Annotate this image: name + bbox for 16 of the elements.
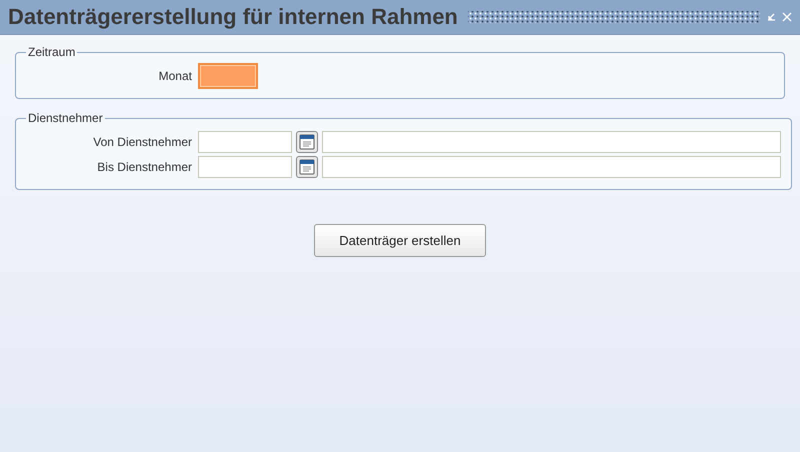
window-title: Datenträgererstellung für internen Rahmen	[8, 4, 458, 30]
group-title: Zeitraum	[27, 45, 76, 59]
input-field[interactable]	[322, 130, 781, 152]
input-field[interactable]	[198, 156, 292, 178]
month-field[interactable]	[198, 62, 258, 88]
input-field[interactable]	[322, 156, 781, 178]
calendar-icon[interactable]	[296, 156, 318, 178]
create-button[interactable]: Datenträger erstellen	[314, 224, 486, 257]
minimize-icon[interactable]	[766, 12, 776, 22]
group-title: Dienstnehmer	[27, 111, 104, 125]
calendar-icon[interactable]	[296, 130, 318, 152]
close-icon[interactable]	[782, 12, 792, 22]
input-field[interactable]	[198, 130, 292, 152]
field-label: Bis Dienstnehmer	[96, 160, 192, 174]
field-label: Monat	[158, 68, 192, 82]
field-label: Von Dienstnehmer	[92, 134, 192, 148]
